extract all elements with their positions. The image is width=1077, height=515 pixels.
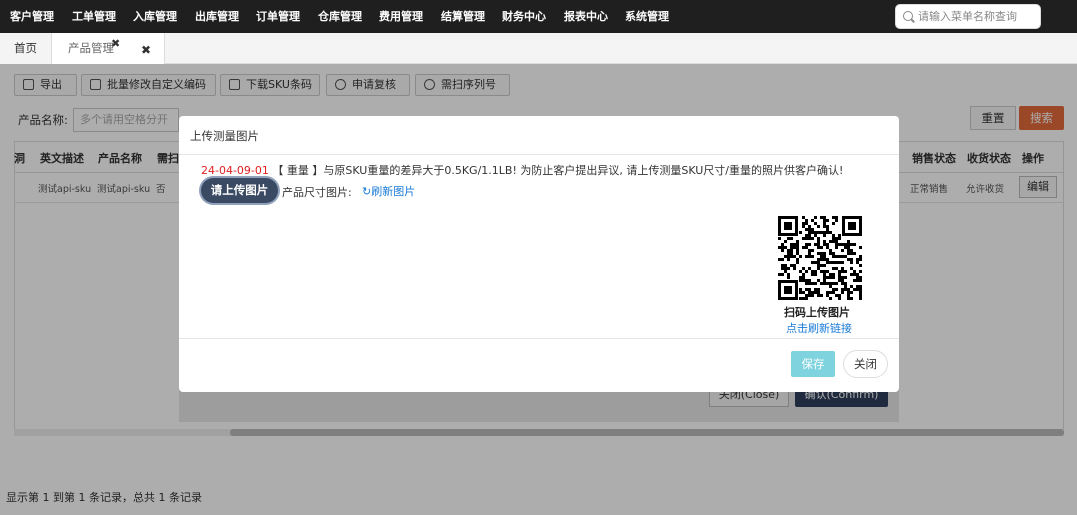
menu-search-placeholder: 请输入菜单名称查询 bbox=[918, 10, 1017, 23]
nav-item-warehouse[interactable]: 仓库管理 bbox=[318, 0, 362, 33]
modal-title: 上传测量图片 bbox=[190, 129, 259, 143]
nav-item-settlement[interactable]: 结算管理 bbox=[441, 0, 485, 33]
nav-item-finance[interactable]: 财务中心 bbox=[502, 0, 546, 33]
refresh-image-link[interactable]: ↻刷新图片 bbox=[362, 183, 415, 199]
warning-message: 【 重量 】与原SKU重量的差异大于0.5KG/1.1LB! 为防止客户提出异议… bbox=[272, 164, 844, 177]
qr-refresh-link[interactable]: 点击刷新链接 bbox=[786, 320, 852, 336]
refresh-icon: ↻ bbox=[362, 185, 372, 198]
modal-warning: 24-04-09-01 【 重量 】与原SKU重量的差异大于0.5KG/1.1L… bbox=[201, 162, 891, 178]
search-icon bbox=[903, 11, 913, 21]
save-button[interactable]: 保存 bbox=[791, 351, 835, 377]
qr-code-image bbox=[778, 216, 862, 300]
modal-footer-divider bbox=[179, 338, 899, 339]
warning-date: 24-04-09-01 bbox=[201, 164, 269, 177]
nav-item-work-order[interactable]: 工单管理 bbox=[72, 0, 116, 33]
nav-item-system[interactable]: 系统管理 bbox=[625, 0, 669, 33]
close-all-tabs-icon[interactable]: ✖ bbox=[141, 43, 151, 57]
nav-item-orders[interactable]: 订单管理 bbox=[256, 0, 300, 33]
nav-item-inbound[interactable]: 入库管理 bbox=[133, 0, 177, 33]
tab-product-label: 产品管理 bbox=[68, 41, 114, 55]
qr-caption: 扫码上传图片 bbox=[784, 306, 850, 319]
menu-search-input[interactable]: 请输入菜单名称查询 bbox=[895, 4, 1041, 29]
nav-item-reports[interactable]: 报表中心 bbox=[564, 0, 608, 33]
tab-close-icon[interactable]: ✖ bbox=[111, 37, 120, 50]
nav-item-customer[interactable]: 客户管理 bbox=[10, 0, 54, 33]
tab-home-label: 首页 bbox=[14, 41, 37, 55]
nav-item-outbound[interactable]: 出库管理 bbox=[195, 0, 239, 33]
upload-image-button[interactable]: 请上传图片 bbox=[201, 178, 278, 203]
nav-item-fees[interactable]: 费用管理 bbox=[379, 0, 423, 33]
size-image-label: 产品尺寸图片: bbox=[282, 186, 352, 199]
modal-header-divider bbox=[179, 154, 899, 155]
refresh-image-label: 刷新图片 bbox=[371, 185, 416, 198]
modal-close-button[interactable]: 关闭 bbox=[843, 350, 888, 378]
